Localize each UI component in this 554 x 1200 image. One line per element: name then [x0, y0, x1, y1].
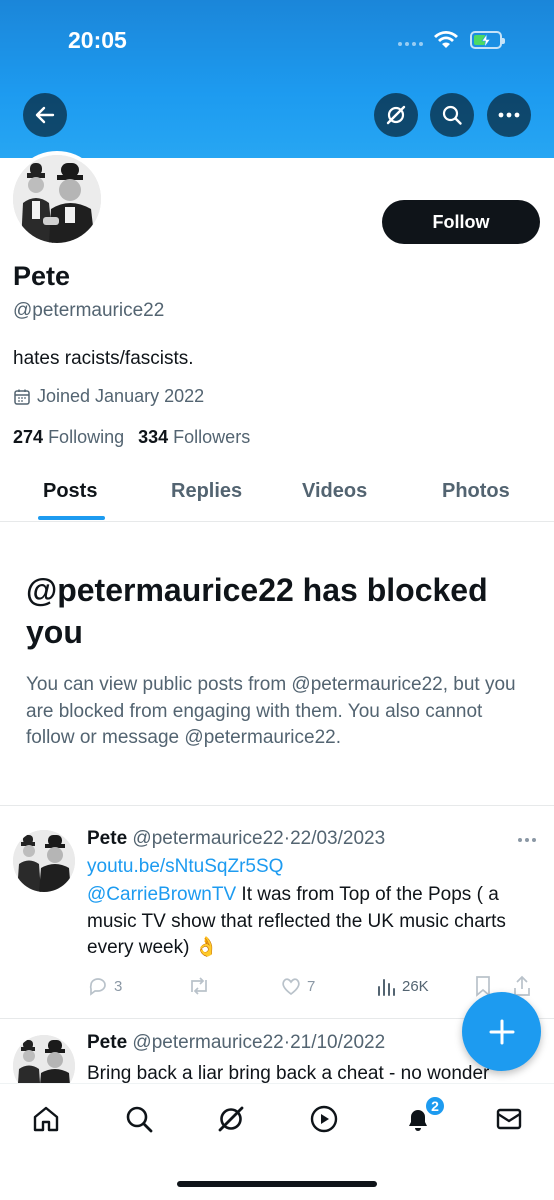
grok-icon	[218, 1106, 244, 1132]
profile-avatar[interactable]	[9, 151, 105, 247]
post-date[interactable]: 21/10/2022	[290, 1032, 385, 1053]
compose-button[interactable]	[462, 992, 541, 1071]
joined-date: Joined January 2022	[13, 386, 204, 407]
profile-tabs: Posts Replies Videos Photos	[0, 466, 554, 522]
like-button[interactable]: 7	[280, 975, 315, 997]
reply-count: 3	[114, 977, 123, 995]
nav-search[interactable]	[122, 1102, 156, 1136]
post-author-name[interactable]: Pete	[87, 828, 127, 849]
tab-photos[interactable]: Photos	[442, 480, 510, 503]
post-header: Pete @petermaurice22·21/10/2022	[87, 1032, 386, 1053]
post-avatar[interactable]	[13, 1035, 75, 1083]
post-text: @CarrieBrownTV It was from Top of the Po…	[87, 882, 547, 962]
like-count: 7	[307, 977, 316, 995]
mail-icon	[496, 1108, 522, 1130]
notification-badge: 2	[424, 1095, 446, 1117]
repost-icon	[191, 977, 207, 995]
post-author-handle[interactable]: @petermaurice22	[132, 1032, 283, 1053]
views-count: 26K	[402, 977, 429, 995]
views-button[interactable]: 26K	[375, 975, 429, 997]
following-link[interactable]: 274 Following	[13, 427, 124, 448]
blocked-title: @petermaurice22 has blocked you	[26, 572, 488, 650]
search-button[interactable]	[430, 93, 474, 137]
followers-link[interactable]: 334 Followers	[138, 427, 250, 448]
profile-stats: 274 Following 334 Followers	[13, 427, 250, 448]
arrow-left-icon	[35, 106, 55, 124]
tab-replies[interactable]: Replies	[171, 480, 242, 503]
followers-label: Followers	[173, 427, 251, 447]
following-label: Following	[48, 427, 125, 447]
post-actions: 3 7 26K	[87, 975, 537, 1001]
profile-banner	[0, 0, 554, 158]
post-mention[interactable]: @CarrieBrownTV	[87, 884, 236, 905]
post-more-icon[interactable]	[518, 838, 536, 842]
tab-videos[interactable]: Videos	[302, 480, 367, 503]
play-circle-icon	[310, 1105, 338, 1133]
tab-posts[interactable]: Posts	[43, 480, 97, 503]
post-author-handle[interactable]: @petermaurice22	[132, 828, 283, 849]
nav-messages[interactable]	[492, 1102, 526, 1136]
cellular-signal-icon	[398, 42, 423, 46]
search-icon	[442, 105, 462, 125]
follow-button[interactable]: Follow	[382, 200, 540, 244]
blocked-description: You can view public posts from @petermau…	[26, 674, 516, 749]
calendar-icon	[14, 389, 30, 405]
post-text: Bring back a liar bring back a cheat - n…	[87, 1063, 490, 1083]
back-button[interactable]	[23, 93, 67, 137]
views-icon	[378, 979, 395, 996]
post-author-name[interactable]: Pete	[87, 1032, 127, 1053]
joined-label: Joined January 2022	[37, 386, 205, 406]
wifi-icon	[432, 30, 460, 55]
repost-button[interactable]	[187, 975, 211, 997]
battery-icon	[470, 31, 505, 49]
nav-grok[interactable]	[214, 1102, 248, 1136]
post-link[interactable]: youtu.be/sNtuSqZr5SQ	[87, 856, 283, 878]
grok-icon	[386, 105, 406, 125]
profile-handle: @petermaurice22	[13, 300, 165, 321]
heart-icon	[282, 978, 300, 996]
followers-count: 334	[138, 427, 169, 447]
divider	[0, 805, 554, 806]
profile-bio: hates racists/fascists.	[13, 348, 194, 369]
more-horizontal-icon	[498, 112, 520, 118]
reply-icon	[89, 978, 106, 996]
post-avatar[interactable]	[13, 830, 75, 892]
profile-name: Pete	[13, 261, 71, 291]
grok-button[interactable]	[374, 93, 418, 137]
post-header: Pete @petermaurice22·22/03/2023	[87, 828, 386, 849]
nav-video[interactable]	[307, 1102, 341, 1136]
nav-home[interactable]	[29, 1102, 63, 1136]
reply-button[interactable]: 3	[87, 975, 122, 997]
active-tab-indicator	[38, 516, 105, 520]
post-date[interactable]: 22/03/2023	[290, 828, 385, 849]
following-count: 274	[13, 427, 44, 447]
plus-icon	[489, 1019, 514, 1044]
search-icon	[126, 1106, 153, 1133]
more-button[interactable]	[487, 93, 531, 137]
status-time: 20:05	[68, 27, 127, 53]
home-icon	[33, 1106, 59, 1132]
home-indicator	[177, 1181, 377, 1187]
